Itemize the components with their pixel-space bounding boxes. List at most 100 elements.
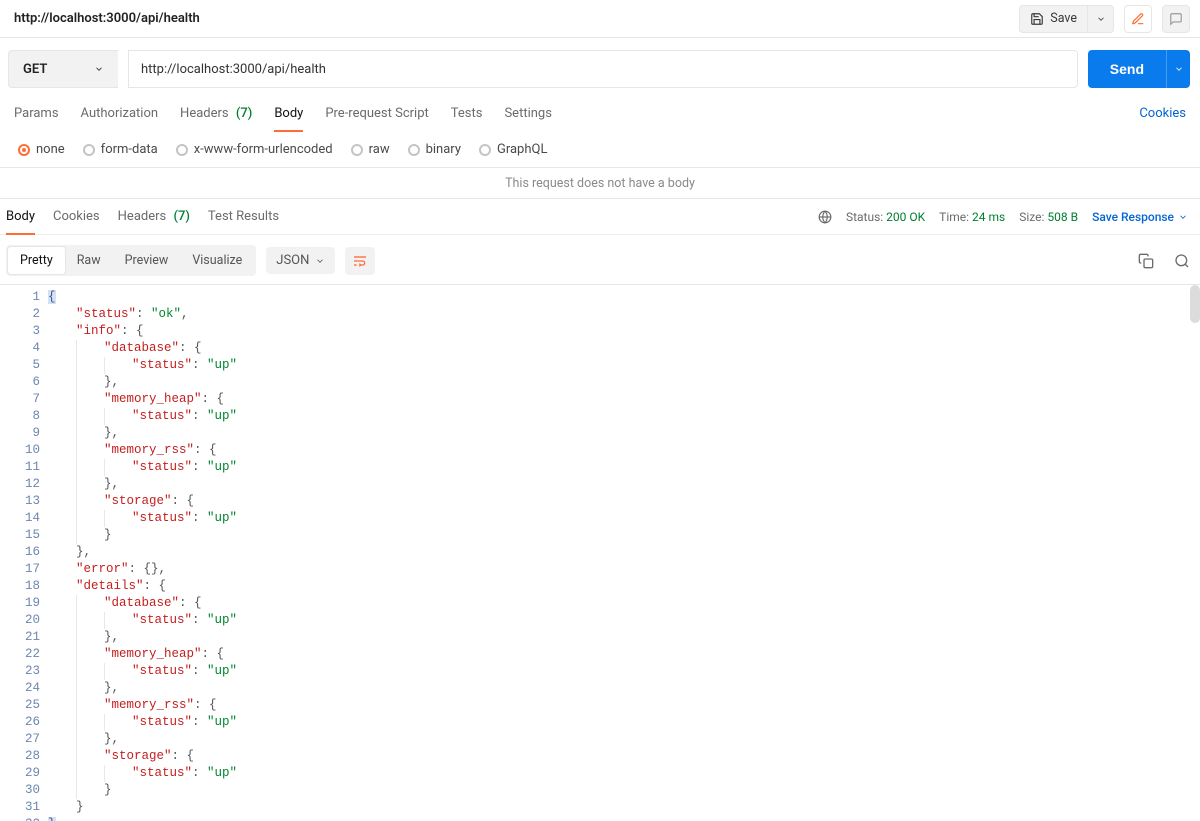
method-select[interactable]: GET xyxy=(8,50,118,88)
comment-icon xyxy=(1169,12,1183,26)
save-dropdown[interactable] xyxy=(1088,5,1114,33)
resp-tab-headers-label: Headers xyxy=(118,209,167,224)
pill-preview[interactable]: Preview xyxy=(113,247,181,274)
resp-tab-headers[interactable]: Headers (7) xyxy=(118,205,190,228)
code-line: "status": "up" xyxy=(48,408,1200,425)
topbar: http://localhost:3000/api/health Save xyxy=(0,0,1200,38)
body-empty: This request does not have a body xyxy=(0,167,1200,199)
size-value: 508 B xyxy=(1047,210,1078,224)
method-value: GET xyxy=(23,62,47,77)
pencil-icon xyxy=(1131,12,1145,26)
response-meta: Body Cookies Headers (7) Test Results St… xyxy=(0,199,1200,228)
code-line: }, xyxy=(48,425,1200,442)
send-button[interactable]: Send xyxy=(1088,50,1166,88)
body-type-row: none form-data x-www-form-urlencoded raw… xyxy=(0,128,1200,167)
format-value: JSON xyxy=(276,253,309,268)
url-input[interactable]: http://localhost:3000/api/health xyxy=(128,50,1078,88)
save-button-label: Save xyxy=(1050,11,1077,26)
wrap-icon xyxy=(352,253,368,269)
send-dropdown[interactable] xyxy=(1166,50,1190,88)
body-type-formdata[interactable]: form-data xyxy=(83,142,158,157)
code-line: "status": "up" xyxy=(48,612,1200,629)
comment-button[interactable] xyxy=(1162,5,1190,33)
save-response-button[interactable]: Save Response xyxy=(1092,210,1188,224)
page-title: http://localhost:3000/api/health xyxy=(14,11,200,26)
tab-headers[interactable]: Headers (7) xyxy=(180,102,252,125)
tab-body[interactable]: Body xyxy=(274,102,303,125)
code-line: }, xyxy=(48,476,1200,493)
tab-params[interactable]: Params xyxy=(14,102,59,125)
save-button-group: Save xyxy=(1019,5,1114,33)
chevron-down-icon xyxy=(1174,64,1184,74)
pill-raw[interactable]: Raw xyxy=(65,247,113,274)
code-line: }, xyxy=(48,629,1200,646)
time-pair: Time: 24 ms xyxy=(939,210,1005,224)
scrollbar-thumb[interactable] xyxy=(1190,285,1200,323)
code-line: "memory_heap": { xyxy=(48,391,1200,408)
code-line: "database": { xyxy=(48,595,1200,612)
tab-headers-label: Headers xyxy=(180,106,229,121)
pill-visualize[interactable]: Visualize xyxy=(180,247,254,274)
copy-icon[interactable] xyxy=(1138,253,1154,269)
code-line: "status": "ok", xyxy=(48,306,1200,323)
tab-prerequest[interactable]: Pre-request Script xyxy=(325,102,428,125)
code-line: "error": {}, xyxy=(48,561,1200,578)
code-line: } xyxy=(48,527,1200,544)
line-gutter: 1234567891011121314151617181920212223242… xyxy=(0,285,48,821)
code-line: "memory_rss": { xyxy=(48,442,1200,459)
pill-pretty[interactable]: Pretty xyxy=(8,247,65,274)
code-line: }, xyxy=(48,731,1200,748)
size-pair: Size: 508 B xyxy=(1019,210,1078,224)
body-type-raw[interactable]: raw xyxy=(351,142,390,157)
save-button[interactable]: Save xyxy=(1019,5,1088,33)
wrap-lines-button[interactable] xyxy=(345,247,375,275)
resp-tab-testresults[interactable]: Test Results xyxy=(208,205,279,228)
tab-authorization[interactable]: Authorization xyxy=(81,102,159,125)
response-body[interactable]: 1234567891011121314151617181920212223242… xyxy=(0,285,1200,821)
globe-icon[interactable] xyxy=(818,210,832,224)
body-type-binary[interactable]: binary xyxy=(408,142,461,157)
code-line: "info": { xyxy=(48,323,1200,340)
status-pair: Status: 200 OK xyxy=(846,210,925,224)
code-line: "details": { xyxy=(48,578,1200,595)
code-line: "storage": { xyxy=(48,748,1200,765)
send-button-group: Send xyxy=(1088,50,1190,88)
resp-tab-cookies[interactable]: Cookies xyxy=(53,205,100,228)
code-line: }, xyxy=(48,374,1200,391)
code-view[interactable]: {"status": "ok","info": {"database": {"s… xyxy=(48,285,1200,821)
request-tabs: Params Authorization Headers (7) Body Pr… xyxy=(0,98,1200,128)
code-line: "memory_heap": { xyxy=(48,646,1200,663)
resp-tab-body[interactable]: Body xyxy=(6,205,35,228)
tab-headers-count: (7) xyxy=(232,106,252,121)
code-line: } xyxy=(48,782,1200,799)
code-line: "status": "up" xyxy=(48,663,1200,680)
save-icon xyxy=(1030,12,1044,26)
code-line: "status": "up" xyxy=(48,510,1200,527)
url-value: http://localhost:3000/api/health xyxy=(141,62,326,77)
request-row: GET http://localhost:3000/api/health Sen… xyxy=(0,38,1200,98)
search-icon[interactable] xyxy=(1174,253,1190,269)
cookies-link[interactable]: Cookies xyxy=(1139,106,1186,121)
chevron-down-icon xyxy=(1096,14,1106,24)
code-line: "database": { xyxy=(48,340,1200,357)
tab-settings[interactable]: Settings xyxy=(504,102,551,125)
code-line: "memory_rss": { xyxy=(48,697,1200,714)
code-line: }, xyxy=(48,544,1200,561)
edit-button[interactable] xyxy=(1124,5,1152,33)
code-line: "status": "up" xyxy=(48,357,1200,374)
code-line: "status": "up" xyxy=(48,765,1200,782)
tab-tests[interactable]: Tests xyxy=(451,102,483,125)
chevron-down-icon xyxy=(94,64,104,74)
code-line: "storage": { xyxy=(48,493,1200,510)
chevron-down-icon xyxy=(315,256,325,266)
body-type-urlencoded[interactable]: x-www-form-urlencoded xyxy=(176,142,333,157)
code-line: "status": "up" xyxy=(48,714,1200,731)
code-line: } xyxy=(48,816,1200,821)
time-value: 24 ms xyxy=(972,210,1005,224)
code-line: { xyxy=(48,289,1200,306)
body-type-graphql[interactable]: GraphQL xyxy=(479,142,547,157)
body-type-none[interactable]: none xyxy=(18,142,65,157)
format-select[interactable]: JSON xyxy=(266,247,335,274)
resp-tab-headers-count: (7) xyxy=(169,209,189,224)
code-line: }, xyxy=(48,680,1200,697)
